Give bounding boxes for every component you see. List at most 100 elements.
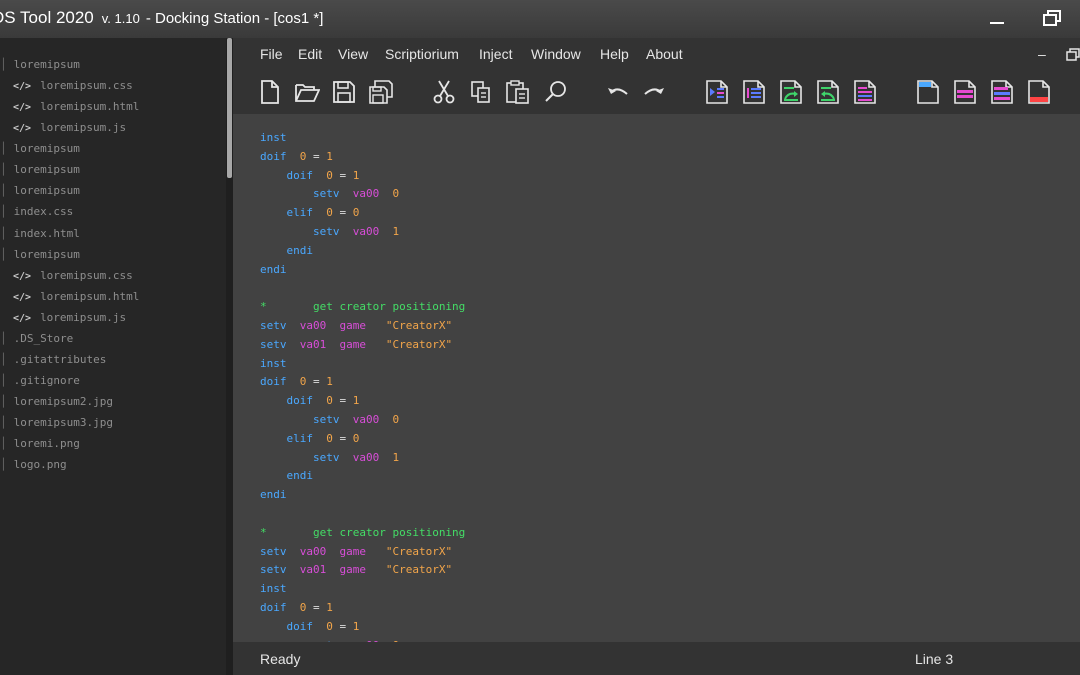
menu-about[interactable]: About: [646, 46, 683, 62]
tree-file[interactable]: </> loremipsum.html: [13, 96, 139, 117]
token-var: game: [339, 319, 367, 332]
token-var: va01: [299, 337, 327, 351]
copy-icon[interactable]: [468, 79, 494, 105]
tree-folder[interactable]: ▏ loremipsum: [3, 54, 80, 75]
token-str: "CreatorX": [385, 319, 453, 332]
new-file-icon[interactable]: [257, 79, 283, 105]
token-var: va00: [352, 413, 380, 426]
tree-file[interactable]: ▏ loremi.png: [3, 433, 80, 454]
code-file-icon: </>: [13, 102, 32, 114]
menu-inject[interactable]: Inject: [479, 46, 512, 62]
token-kw: setv: [260, 544, 287, 558]
code-line: * get creator positioning: [260, 523, 465, 542]
minimize-window-icon[interactable]: [985, 8, 1009, 30]
token-eq: =: [306, 149, 327, 163]
token-num: 1: [352, 168, 360, 182]
tree-folder[interactable]: ▏ loremipsum: [3, 138, 80, 159]
token-kw: setv: [312, 225, 340, 238]
code-editor[interactable]: inst doif 0 = 1 doif 0 = 1 setv va00 0 el…: [233, 114, 1080, 642]
restore-window-icon[interactable]: [1040, 8, 1064, 30]
tree-file[interactable]: ▏ loremipsum3.jpg: [3, 412, 113, 433]
tree-item-label: loremipsum.js: [40, 310, 127, 324]
tree-file[interactable]: ▏ index.css: [3, 201, 73, 222]
tree-file[interactable]: ▏ loremipsum2.jpg: [3, 391, 113, 412]
cut-icon[interactable]: [431, 79, 457, 105]
menu-scriptiorium[interactable]: Scriptiorium: [385, 46, 459, 62]
tree-folder[interactable]: ▏ loremipsum: [3, 180, 80, 201]
tree-folder[interactable]: ▏ loremipsum: [3, 244, 80, 265]
status-bar: Ready Line 3: [233, 642, 1080, 675]
inject-script-icon[interactable]: [704, 79, 730, 105]
menu-window[interactable]: Window: [531, 46, 581, 62]
menu-help[interactable]: Help: [600, 46, 629, 62]
tree-item-label: loremipsum: [13, 247, 80, 261]
paste-icon[interactable]: [505, 79, 531, 105]
file-icon: ▏: [3, 205, 10, 219]
sidebar-scrollbar[interactable]: [226, 38, 233, 675]
scrollbar-thumb[interactable]: [227, 38, 232, 178]
token-num: 1: [352, 394, 360, 408]
format-script-icon[interactable]: [852, 79, 878, 105]
remove-script-icon[interactable]: [741, 79, 767, 105]
token-var: va00: [352, 225, 380, 238]
token-num: 0: [326, 206, 333, 220]
doc-red-icon[interactable]: [1026, 79, 1052, 105]
save-icon[interactable]: [331, 79, 357, 105]
code-line: doif 0 = 1: [260, 617, 360, 636]
folder-icon: ▏: [3, 58, 10, 71]
menu-edit[interactable]: Edit: [298, 46, 322, 62]
doc-blue-icon[interactable]: [915, 79, 941, 105]
doc-pink-icon[interactable]: [952, 79, 978, 105]
tree-file[interactable]: </> loremipsum.html: [13, 286, 139, 307]
tree-file[interactable]: ▏ .DS_Store: [3, 328, 73, 349]
menu-file[interactable]: File: [260, 46, 283, 62]
tree-file[interactable]: </> loremipsum.js: [13, 117, 126, 138]
token-eq: =: [332, 168, 353, 182]
export-script-icon[interactable]: [778, 79, 804, 105]
code-line: setv va00 game "CreatorX": [260, 542, 452, 561]
token-kw: doif: [260, 149, 287, 163]
code-line: setv va01 game "CreatorX": [260, 335, 452, 354]
tree-file[interactable]: </> loremipsum.js: [13, 307, 126, 328]
redo-icon[interactable]: [641, 79, 667, 105]
tree-file[interactable]: ▏ index.html: [3, 223, 80, 244]
token-kw: endi: [286, 469, 314, 483]
code-line: doif 0 = 1: [260, 598, 333, 617]
open-folder-icon[interactable]: [294, 79, 320, 105]
code-line: setv va01 game "CreatorX": [260, 560, 452, 579]
document-restore-icon[interactable]: [1065, 47, 1080, 63]
code-line: elif 0 = 0: [260, 203, 360, 222]
token-kw: elif: [286, 206, 314, 220]
token-kw: doif: [260, 601, 287, 614]
search-icon[interactable]: [543, 79, 569, 105]
token-cmt: *: [260, 300, 267, 314]
save-all-icon[interactable]: [368, 79, 394, 105]
menu-view[interactable]: View: [338, 46, 368, 62]
doc-list-icon[interactable]: [989, 79, 1015, 105]
import-script-icon[interactable]: [815, 79, 841, 105]
token-kw: inst: [260, 131, 287, 144]
tree-item-label: loremipsum: [13, 142, 80, 156]
code-file-icon: </>: [13, 312, 32, 324]
token-var: game: [339, 563, 367, 577]
tree-file[interactable]: ▏ .gitignore: [3, 370, 80, 391]
tree-item-label: .gitattributes: [13, 352, 107, 366]
tree-folder[interactable]: ▏ loremipsum: [3, 159, 80, 180]
tree-file[interactable]: </> loremipsum.css: [13, 75, 133, 96]
token-kw: inst: [260, 356, 287, 370]
tree-file[interactable]: ▏ .gitattributes: [3, 349, 106, 370]
tree-file[interactable]: </> loremipsum.css: [13, 265, 133, 286]
tree-file[interactable]: ▏ logo.png: [3, 454, 67, 475]
folder-icon: ▏: [3, 184, 10, 198]
undo-icon[interactable]: [605, 79, 631, 105]
document-minimize-button[interactable]: –: [1038, 46, 1046, 62]
